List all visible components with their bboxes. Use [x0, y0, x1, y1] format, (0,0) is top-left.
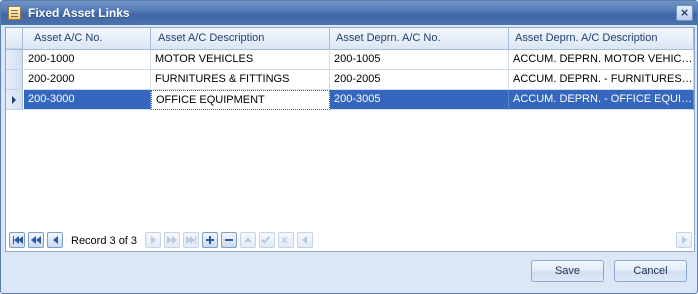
- edit-record-button[interactable]: [240, 232, 256, 248]
- cell-deprn-ac-no[interactable]: 200-2005: [330, 70, 509, 90]
- next-record-button[interactable]: [145, 232, 161, 248]
- table-row[interactable]: 200-2000 FURNITURES & FITTINGS 200-2005 …: [6, 70, 694, 90]
- cell-deprn-ac-no[interactable]: 200-3005: [330, 90, 509, 110]
- close-icon: ×: [680, 5, 689, 20]
- back-arrow-icon: [302, 236, 307, 244]
- column-header-asset-ac-description[interactable]: Asset A/C Description: [151, 28, 330, 49]
- minus-icon: [225, 239, 233, 241]
- scroll-right-icon: [682, 236, 687, 244]
- post-edit-button[interactable]: [259, 232, 275, 248]
- next-page-button[interactable]: [164, 232, 180, 248]
- record-navigator: Record 3 of 3 ×: [7, 231, 693, 251]
- column-header-asset-ac-no[interactable]: Asset A/C No.: [24, 28, 151, 49]
- cancel-button[interactable]: Cancel: [614, 260, 687, 282]
- next-record-icon: [151, 236, 156, 244]
- table-row[interactable]: 200-1000 MOTOR VEHICLES 200-1005 ACCUM. …: [6, 50, 694, 70]
- window-title: Fixed Asset Links: [28, 6, 130, 20]
- check-icon: [261, 234, 270, 244]
- cell-asset-ac-description[interactable]: FURNITURES & FITTINGS: [151, 70, 330, 90]
- first-record-button[interactable]: [9, 232, 25, 248]
- row-indicator[interactable]: [6, 90, 23, 110]
- previous-record-icon: [53, 236, 58, 244]
- column-header-deprn-ac-description[interactable]: Asset Deprn. A/C Description: [509, 28, 694, 49]
- current-row-arrow-icon: [12, 96, 16, 104]
- insert-record-button[interactable]: [202, 232, 218, 248]
- previous-page-button[interactable]: [28, 232, 44, 248]
- cell-deprn-ac-no[interactable]: 200-1005: [330, 50, 509, 70]
- fixed-asset-links-dialog: Fixed Asset Links × Asset A/C No. Asset …: [0, 0, 698, 294]
- document-icon: [8, 6, 21, 20]
- column-header-deprn-ac-no[interactable]: Asset Deprn. A/C No.: [330, 28, 509, 49]
- record-indicator: Record 3 of 3: [71, 235, 138, 247]
- close-button[interactable]: ×: [676, 5, 693, 21]
- cell-asset-ac-description[interactable]: OFFICE EQUIPMENT: [151, 90, 330, 110]
- title-bar[interactable]: Fixed Asset Links ×: [1, 1, 697, 25]
- save-button[interactable]: Save: [531, 260, 604, 282]
- asset-links-grid: Asset A/C No. Asset A/C Description Asse…: [5, 27, 695, 252]
- edit-icon: [244, 237, 252, 242]
- last-record-button[interactable]: [183, 232, 199, 248]
- cell-asset-ac-no[interactable]: 200-1000: [24, 50, 151, 70]
- delete-record-button[interactable]: [221, 232, 237, 248]
- grid-header: Asset A/C No. Asset A/C Description Asse…: [6, 28, 694, 50]
- refresh-button[interactable]: [297, 232, 313, 248]
- previous-record-button[interactable]: [47, 232, 63, 248]
- table-row-selected[interactable]: 200-3000 OFFICE EQUIPMENT 200-3005 ACCUM…: [6, 90, 694, 110]
- cell-asset-ac-no[interactable]: 200-3000: [24, 90, 151, 110]
- row-indicator[interactable]: [6, 50, 23, 70]
- cancel-edit-button[interactable]: ×: [278, 232, 294, 248]
- x-icon: ×: [281, 233, 289, 247]
- row-indicator-header: [6, 28, 23, 49]
- cell-asset-ac-description[interactable]: MOTOR VEHICLES: [151, 50, 330, 70]
- row-indicator[interactable]: [6, 70, 23, 90]
- cell-deprn-ac-description[interactable]: ACCUM. DEPRN. - OFFICE EQUIPMENT: [509, 90, 694, 110]
- cell-deprn-ac-description[interactable]: ACCUM. DEPRN. - FURNITURES & FITTINGS: [509, 70, 694, 90]
- scroll-right-button[interactable]: [676, 232, 692, 248]
- cell-deprn-ac-description[interactable]: ACCUM. DEPRN. MOTOR VEHICLES: [509, 50, 694, 70]
- cell-asset-ac-no[interactable]: 200-2000: [24, 70, 151, 90]
